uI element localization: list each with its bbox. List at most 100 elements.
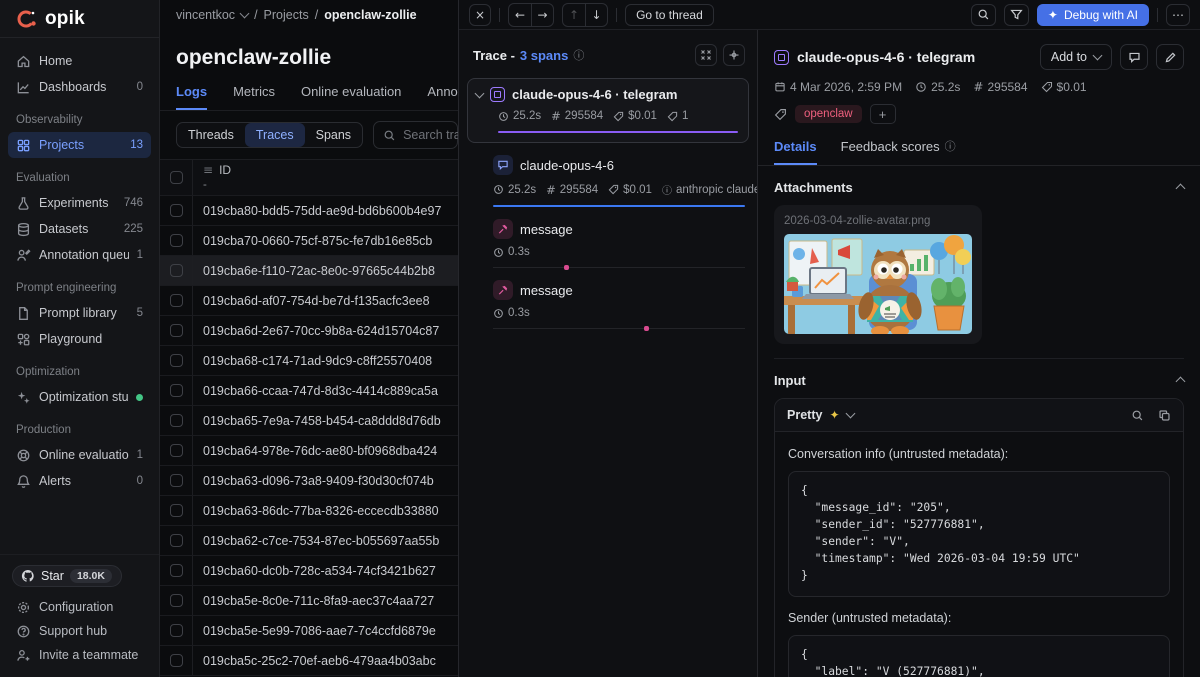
sidebar-item-configuration[interactable]: Configuration (8, 595, 151, 619)
tab-metrics[interactable]: Metrics (233, 84, 275, 110)
tab-annotation-queues[interactable]: Annotation queues (427, 84, 458, 110)
down-span-button[interactable]: ↓ (585, 4, 607, 26)
row-checkbox[interactable] (170, 354, 183, 367)
trace-id-cell[interactable]: 019cba6e-f110-72ac-8e0c-97665c44b2b8 (193, 264, 445, 278)
row-checkbox[interactable] (170, 294, 183, 307)
more-options-button[interactable]: ⋯ (1166, 4, 1190, 26)
trace-id-cell[interactable]: 019cba80-bdd5-75dd-ae9d-bd6b600b4e97 (193, 204, 451, 218)
subtab-spans[interactable]: Spans (305, 123, 362, 147)
sidebar-item-alerts[interactable]: Alerts 0 (8, 468, 151, 494)
tab-online-evaluation[interactable]: Online evaluation (301, 84, 401, 110)
table-row[interactable]: 019cba66-ccaa-747d-8d3c-4414c889ca5a (160, 376, 458, 406)
sidebar-item-dashboards[interactable]: Dashboards 0 (8, 74, 151, 100)
chevron-down-icon[interactable] (845, 409, 855, 419)
table-row[interactable]: 019cba63-d096-73a8-9409-f30d30cf074b (160, 466, 458, 496)
row-checkbox[interactable] (170, 204, 183, 217)
trace-id-cell[interactable]: 019cba68-c174-71ad-9dc9-c8ff25570408 (193, 354, 442, 368)
row-checkbox[interactable] (170, 324, 183, 337)
sidebar-item-annotation-queues[interactable]: Annotation queues 1 (8, 242, 151, 268)
trace-id-cell[interactable]: 019cba6d-af07-754d-be7d-f135acfc3ee8 (193, 294, 440, 308)
sidebar-item-optimization-studio[interactable]: Optimization studio (8, 384, 151, 410)
row-checkbox[interactable] (170, 504, 183, 517)
select-all-checkbox[interactable] (170, 171, 183, 184)
row-checkbox[interactable] (170, 384, 183, 397)
comment-button[interactable] (1120, 44, 1148, 70)
sidebar-item-online-evaluation[interactable]: Online evaluation 1 (8, 442, 151, 468)
copy-input-button[interactable] (1158, 409, 1171, 422)
go-to-thread-button[interactable]: Go to thread (625, 4, 714, 26)
filter-button[interactable] (1004, 4, 1029, 26)
table-row[interactable]: 019cba5c-25c2-70ef-aeb6-479aa4b03abc (160, 646, 458, 676)
row-checkbox[interactable] (170, 624, 183, 637)
row-checkbox[interactable] (170, 654, 183, 667)
trace-id-cell[interactable]: 019cba63-86dc-77ba-8326-eccecdb33880 (193, 504, 449, 518)
attachment-card[interactable]: 2026-03-04-zollie-avatar.png (774, 205, 982, 344)
breadcrumb-projects[interactable]: Projects (264, 8, 309, 22)
tab-logs[interactable]: Logs (176, 84, 207, 110)
table-row[interactable]: 019cba80-bdd5-75dd-ae9d-bd6b600b4e97 (160, 196, 458, 226)
view-mode-select[interactable]: Pretty (787, 408, 822, 422)
search-in-input-button[interactable] (1131, 409, 1144, 422)
tab-feedback-scores[interactable]: Feedback scoresⓘ (841, 138, 956, 165)
trace-id-cell[interactable]: 019cba65-7e9a-7458-b454-ca8ddd8d76db (193, 414, 451, 428)
trace-id-cell[interactable]: 019cba70-0660-75cf-875c-fe7db16e85cb (193, 234, 442, 248)
trace-id-cell[interactable]: 019cba60-dc0b-728c-a534-74cf3421b627 (193, 564, 446, 578)
trace-id-cell[interactable]: 019cba64-978e-76dc-ae80-bf0968dba424 (193, 444, 447, 458)
attachment-image[interactable] (784, 234, 972, 334)
message-span-node[interactable]: message 0.3s (489, 278, 749, 329)
row-checkbox[interactable] (170, 534, 183, 547)
collapse-attachments-button[interactable] (1177, 180, 1184, 195)
next-trace-button[interactable]: → (531, 4, 553, 26)
row-checkbox[interactable] (170, 414, 183, 427)
row-checkbox[interactable] (170, 234, 183, 247)
github-star-button[interactable]: Star 18.0K (12, 565, 122, 587)
add-to-button[interactable]: Add to (1040, 44, 1112, 70)
id-column-header[interactable]: ≡ID - (193, 163, 241, 192)
breadcrumb-workspace[interactable]: vincentkoc (176, 8, 235, 22)
trace-id-cell[interactable]: 019cba63-d096-73a8-9409-f30d30cf074b (193, 474, 444, 488)
search-traces-box[interactable] (373, 121, 458, 149)
search-traces-input[interactable] (403, 128, 458, 142)
row-checkbox[interactable] (170, 264, 183, 277)
table-row[interactable]: 019cba64-978e-76dc-ae80-bf0968dba424 (160, 436, 458, 466)
trace-id-cell[interactable]: 019cba6d-2e67-70cc-9b8a-624d15704c87 (193, 324, 449, 338)
add-tag-button[interactable]: + (870, 104, 896, 124)
sidebar-item-experiments[interactable]: Experiments 746 (8, 190, 151, 216)
trace-id-cell[interactable]: 019cba66-ccaa-747d-8d3c-4414c889ca5a (193, 384, 448, 398)
tab-details[interactable]: Details (774, 138, 817, 165)
trace-id-cell[interactable]: 019cba5e-5e99-7086-aae7-7c4ccfd6879e (193, 624, 446, 638)
sidebar-item-playground[interactable]: Playground (8, 326, 151, 352)
row-checkbox[interactable] (170, 594, 183, 607)
table-row[interactable]: 019cba65-7e9a-7458-b454-ca8ddd8d76db (160, 406, 458, 436)
logo[interactable]: opik (0, 0, 159, 38)
table-row[interactable]: 019cba62-c7ce-7534-87ec-b055697aa55b (160, 526, 458, 556)
close-button[interactable]: × (469, 4, 491, 26)
sidebar-item-prompt-library[interactable]: Prompt library 5 (8, 300, 151, 326)
collapse-input-button[interactable] (1177, 373, 1184, 388)
llm-span-node[interactable]: claude-opus-4-6 25.2s #295584 $0.01 ⓘant… (489, 153, 749, 207)
table-row[interactable]: 019cba68-c174-71ad-9dc9-c8ff25570408 (160, 346, 458, 376)
sidebar-item-invite-teammate[interactable]: Invite a teammate (8, 643, 151, 667)
chevron-down-icon[interactable] (240, 9, 250, 19)
trace-id-cell[interactable]: 019cba5c-25c2-70ef-aeb6-479aa4b03abc (193, 654, 446, 668)
edit-button[interactable] (1156, 44, 1184, 70)
message-span-node[interactable]: message 0.3s (489, 217, 749, 268)
table-row[interactable]: 019cba70-0660-75cf-875c-fe7db16e85cb (160, 226, 458, 256)
tag-openclaw[interactable]: openclaw (795, 105, 862, 123)
sidebar-item-datasets[interactable]: Datasets 225 (8, 216, 151, 242)
prev-trace-button[interactable]: ← (509, 4, 531, 26)
subtab-traces[interactable]: Traces (245, 123, 305, 147)
column-menu-icon[interactable]: ≡ (203, 163, 213, 178)
row-checkbox[interactable] (170, 444, 183, 457)
row-checkbox[interactable] (170, 564, 183, 577)
sidebar-item-projects[interactable]: Projects 13 (8, 132, 151, 158)
up-span-button[interactable]: ↑ (563, 4, 585, 26)
chevron-down-icon[interactable] (475, 88, 485, 98)
sidebar-item-home[interactable]: Home (8, 48, 151, 74)
table-row[interactable]: 019cba6d-2e67-70cc-9b8a-624d15704c87 (160, 316, 458, 346)
search-button[interactable] (971, 4, 996, 26)
table-row[interactable]: 019cba60-dc0b-728c-a534-74cf3421b627 (160, 556, 458, 586)
subtab-threads[interactable]: Threads (177, 123, 245, 147)
table-row[interactable]: 019cba6d-af07-754d-be7d-f135acfc3ee8 (160, 286, 458, 316)
expand-all-button[interactable] (723, 44, 745, 66)
